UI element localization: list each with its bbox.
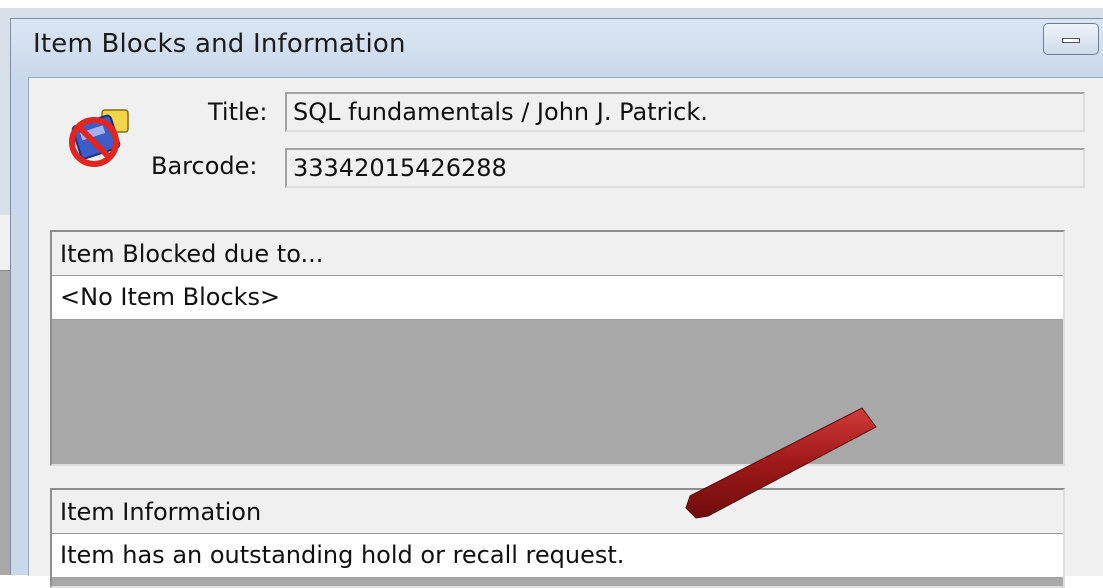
item-blocks-list[interactable]: Item Blocked due to... <No Item Blocks> — [50, 230, 1065, 466]
item-blocks-dialog: Item Blocks and Information Title: SQL f… — [10, 18, 1103, 588]
item-information-list[interactable]: Item Information Item has an outstanding… — [50, 488, 1065, 588]
list-item[interactable]: <No Item Blocks> — [52, 276, 1063, 320]
title-label: Title: — [208, 98, 268, 126]
barcode-field: 33342015426288 — [285, 148, 1085, 188]
title-field: SQL fundamentals / John J. Patrick. — [285, 92, 1085, 132]
dialog-title: Item Blocks and Information — [33, 29, 406, 59]
list-item[interactable]: Item has an outstanding hold or recall r… — [52, 534, 1063, 578]
dialog-client-area: Title: SQL fundamentals / John J. Patric… — [28, 77, 1103, 588]
item-blocked-icon — [69, 109, 129, 167]
dialog-titlebar[interactable]: Item Blocks and Information — [11, 19, 1103, 77]
item-information-header[interactable]: Item Information — [52, 490, 1063, 534]
barcode-label: Barcode: — [151, 152, 258, 180]
minimize-icon — [1062, 38, 1080, 43]
item-blocks-header[interactable]: Item Blocked due to... — [52, 232, 1063, 276]
minimize-button[interactable] — [1043, 23, 1099, 55]
